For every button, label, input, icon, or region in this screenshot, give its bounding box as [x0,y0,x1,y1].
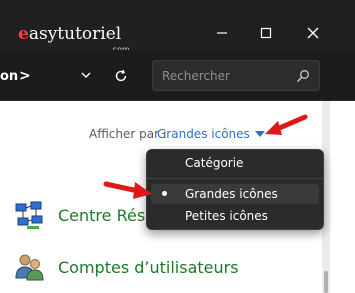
user-accounts-link[interactable]: Comptes d’utilisateurs [58,258,239,277]
search-icon[interactable] [296,69,310,83]
view-by-menu: Catégorie Grandes icônes Petites icônes [146,149,324,230]
breadcrumb-separator[interactable]: > [19,68,31,84]
network-center-icon[interactable] [14,200,44,230]
red-arrow-icon [103,181,152,199]
menu-separator [147,178,323,179]
maximize-icon[interactable] [258,25,274,41]
red-arrow-icon [265,114,308,135]
close-icon[interactable] [305,25,321,41]
search-input[interactable]: Rechercher [152,60,320,91]
refresh-icon[interactable] [114,69,128,83]
scrollbar-thumb[interactable] [324,271,328,293]
view-by-label: Afficher par : [89,127,167,141]
chevron-down-icon[interactable] [80,70,92,80]
minimize-icon[interactable] [214,25,230,41]
selected-bullet-icon [162,191,167,196]
logo-text: asytutoriel [28,24,122,44]
user-accounts-icon[interactable] [14,252,44,282]
breadcrumb[interactable]: on [0,69,18,84]
menu-item-large-icons[interactable]: Grandes icônes [185,187,278,201]
menu-item-category[interactable]: Catégorie [185,156,243,170]
view-by-dropdown[interactable]: Grandes icônes [157,127,250,141]
menu-item-small-icons[interactable]: Petites icônes [185,209,268,223]
easytutoriel-logo: easytutoriel .com [18,24,130,54]
search-placeholder: Rechercher [162,69,230,83]
logo-first-letter: e [18,24,29,44]
